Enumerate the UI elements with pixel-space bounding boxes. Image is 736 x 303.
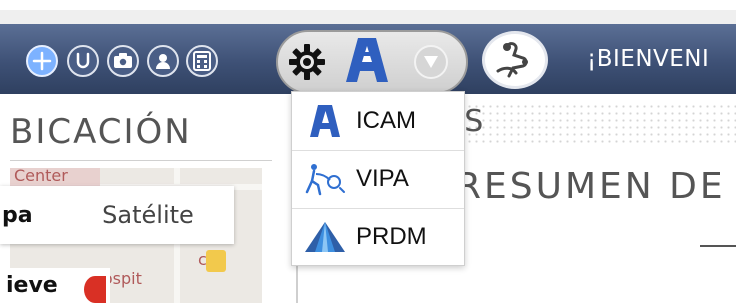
doctor-icon[interactable] [482,31,548,89]
menu-item-icam[interactable]: ICAM [292,92,464,149]
menu-item-vipa[interactable]: VIPA [292,150,464,207]
map-type-satellite[interactable]: Satélite [62,186,234,244]
user-icon[interactable] [147,45,179,77]
menu-item-prdm[interactable]: PRDM [292,208,464,265]
dotted-panel [445,103,736,143]
apps-dropdown-menu: ICAM VIPA PRDM [291,91,465,266]
menu-item-label: PRDM [356,223,427,250]
map-type-control: pa Satélite [0,186,234,244]
menu-item-label: VIPA [356,165,409,192]
add-icon[interactable] [26,45,58,77]
map-label-center: Center [14,168,68,185]
summary-dash [700,245,736,247]
chevron-down-icon[interactable] [414,45,448,79]
map-pin-icon [206,250,226,272]
calculator-icon[interactable] [186,45,218,77]
summary-title: RESUMEN DE [456,166,726,207]
prdm-icon [300,217,350,257]
gear-icon[interactable] [287,42,327,82]
icam-logo-icon [300,101,350,141]
camera-icon[interactable] [107,45,139,77]
welcome-text: ¡BIENVENI [587,46,710,72]
icam-logo-icon[interactable] [346,38,388,82]
vipa-icon [300,159,350,199]
left-divider [10,160,272,161]
top-white-strip [0,0,736,10]
location-title: BICACIÓN [10,112,192,152]
menu-item-label: ICAM [356,106,416,134]
map-marker-icon [84,276,106,303]
u-circle-icon[interactable] [67,45,99,77]
map-type-map[interactable]: pa [0,186,60,244]
top-gray-strip [0,10,736,24]
